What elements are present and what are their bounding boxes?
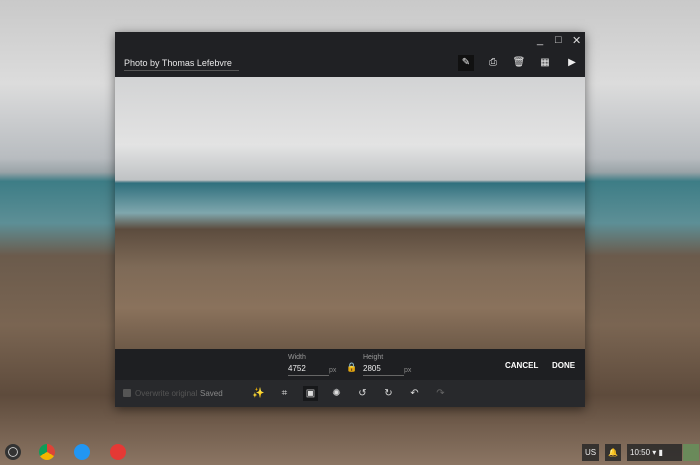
ime-indicator[interactable]: US — [582, 444, 600, 461]
rotate-left-icon[interactable]: ↺ — [355, 386, 370, 401]
width-input[interactable]: 4752 — [288, 364, 329, 376]
toolbar: Photo by Thomas Lefebvre ✎ ⎙ 🗑 ▦ ▶ — [115, 50, 585, 77]
height-unit: px — [404, 367, 412, 374]
overwrite-checkbox[interactable] — [123, 389, 131, 397]
lock-icon[interactable]: 🔒 — [346, 362, 357, 373]
resize-panel: Width 4752 px 🔒 Height 2805 px CANCEL DO… — [115, 349, 585, 380]
photo-title[interactable]: Photo by Thomas Lefebvre — [124, 58, 239, 71]
launcher-icon[interactable] — [5, 444, 21, 460]
edit-toolbar: Overwrite original Saved ✨ ⌗ ▣ ✺ ↺ ↻ ↶ ↷ — [115, 380, 585, 407]
overwrite-label: Overwrite original — [135, 389, 198, 398]
slideshow-icon[interactable]: ▶ — [564, 55, 580, 71]
height-input[interactable]: 2805 — [363, 364, 404, 376]
delete-icon[interactable]: 🗑 — [511, 55, 527, 71]
gallery-app-icon[interactable] — [110, 444, 126, 460]
files-app-icon[interactable] — [74, 444, 90, 460]
clock: 10:50 — [630, 448, 651, 457]
status-area[interactable]: 10:50 ▾ ▮ — [627, 444, 682, 461]
avatar[interactable] — [683, 444, 699, 461]
redo-icon[interactable]: ↷ — [433, 386, 448, 401]
minimize-button[interactable]: _ — [537, 34, 543, 46]
shelf: US 🔔 10:50 ▾ ▮ — [0, 440, 700, 465]
mosaic-view-icon[interactable]: ▦ — [537, 55, 553, 71]
resize-icon[interactable]: ▣ — [303, 386, 318, 401]
done-button[interactable]: DONE — [552, 361, 575, 370]
title-bar: _ □ ✕ — [115, 32, 585, 50]
notification-bell-icon[interactable]: 🔔 — [605, 444, 621, 461]
brightness-icon[interactable]: ✺ — [329, 386, 344, 401]
width-label: Width — [288, 354, 306, 361]
undo-icon[interactable]: ↶ — [407, 386, 422, 401]
height-label: Height — [363, 354, 384, 361]
chrome-icon[interactable] — [39, 444, 55, 460]
maximize-button[interactable]: □ — [555, 34, 562, 46]
wifi-icon: ▾ — [652, 448, 657, 457]
auto-fix-icon[interactable]: ✨ — [251, 386, 266, 401]
battery-icon: ▮ — [658, 448, 663, 457]
gallery-window: _ □ ✕ Photo by Thomas Lefebvre ✎ ⎙ 🗑 ▦ ▶… — [115, 32, 585, 407]
print-icon[interactable]: ⎙ — [485, 55, 501, 71]
rotate-right-icon[interactable]: ↻ — [381, 386, 396, 401]
width-unit: px — [329, 367, 337, 374]
edit-pencil-icon[interactable]: ✎ — [458, 55, 474, 71]
cancel-button[interactable]: CANCEL — [505, 361, 538, 370]
save-status: Saved — [200, 389, 223, 398]
crop-icon[interactable]: ⌗ — [277, 386, 292, 401]
close-button[interactable]: ✕ — [572, 34, 581, 47]
